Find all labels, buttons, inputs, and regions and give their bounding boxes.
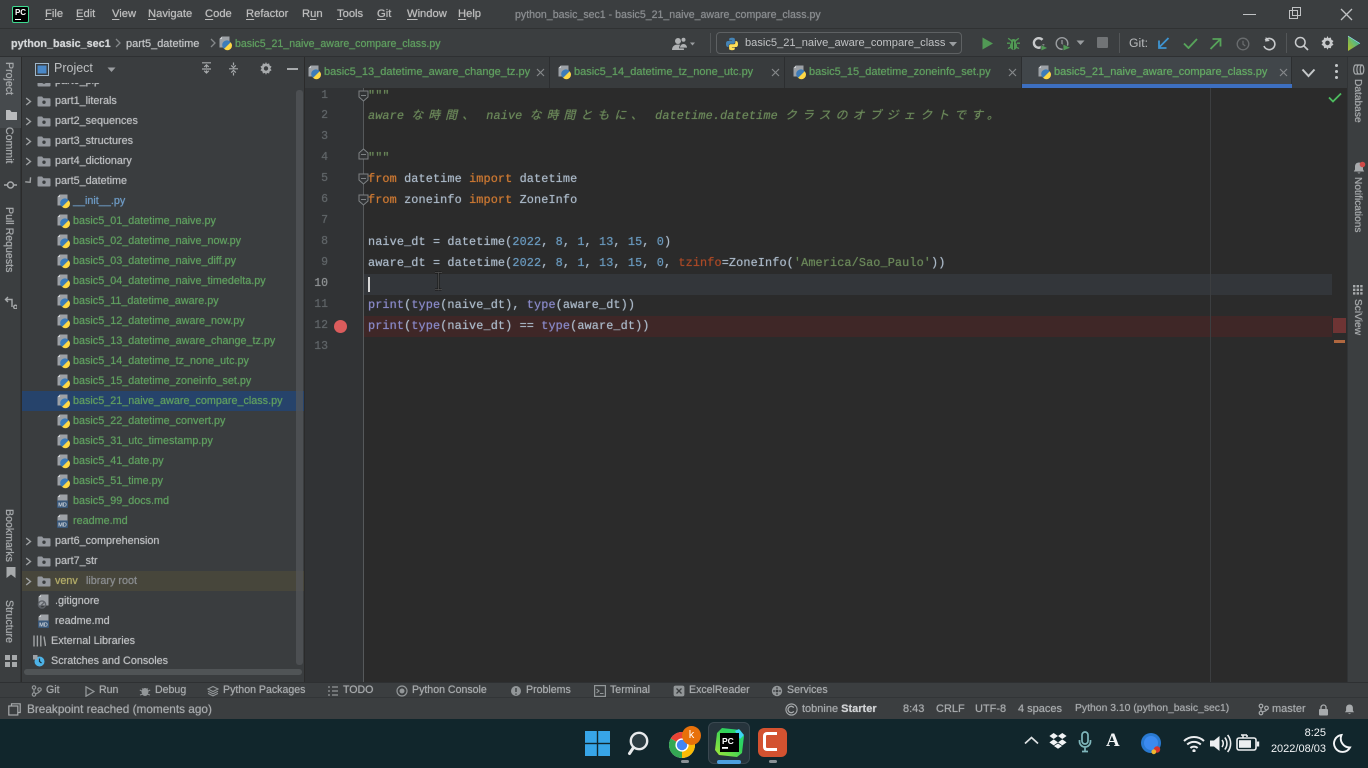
svg-text:PC: PC [722, 736, 734, 746]
svg-text:MD: MD [58, 503, 67, 509]
svg-text:MD: MD [39, 623, 48, 629]
svg-text:MD: MD [58, 523, 67, 529]
